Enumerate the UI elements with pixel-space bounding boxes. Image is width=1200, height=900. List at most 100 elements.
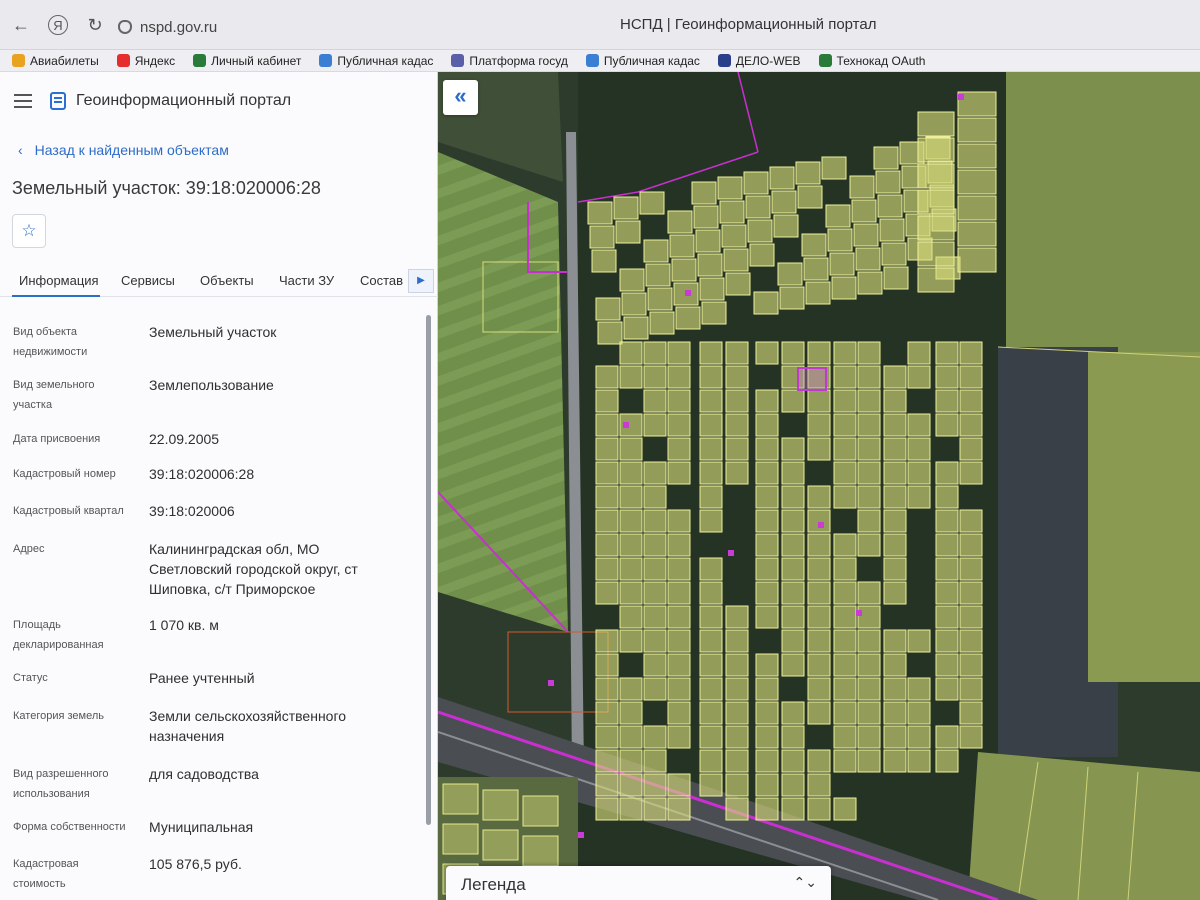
land-parcel[interactable] (857, 605, 881, 629)
land-parcel[interactable] (857, 461, 881, 485)
land-parcel[interactable] (745, 195, 771, 219)
land-parcel[interactable] (857, 437, 881, 461)
land-parcel[interactable] (619, 485, 643, 509)
land-parcel[interactable] (667, 773, 691, 797)
land-parcel[interactable] (643, 749, 667, 773)
land-parcel[interactable] (643, 581, 667, 605)
land-parcel[interactable] (857, 653, 881, 677)
land-parcel[interactable] (833, 581, 857, 605)
land-parcel[interactable] (753, 291, 779, 315)
land-parcel[interactable] (597, 321, 623, 345)
land-parcel[interactable] (725, 389, 749, 413)
land-parcel[interactable] (807, 677, 831, 701)
land-parcel[interactable] (755, 749, 779, 773)
land-parcel[interactable] (595, 389, 619, 413)
legend-panel[interactable]: Легенда ⌃⌄ (446, 866, 831, 900)
land-parcel[interactable] (755, 461, 779, 485)
land-parcel[interactable] (907, 485, 931, 509)
land-parcel[interactable] (643, 413, 667, 437)
land-parcel[interactable] (619, 557, 643, 581)
bookmark-item[interactable]: Технокад OAuth (818, 54, 925, 68)
land-parcel[interactable] (723, 248, 749, 272)
land-parcel[interactable] (667, 797, 691, 821)
land-parcel[interactable] (781, 797, 805, 821)
land-parcel[interactable] (857, 725, 881, 749)
land-parcel[interactable] (781, 629, 805, 653)
land-parcel[interactable] (801, 233, 827, 257)
land-parcel[interactable] (883, 533, 907, 557)
land-parcel[interactable] (695, 229, 721, 253)
land-parcel[interactable] (749, 243, 775, 267)
land-parcel[interactable] (907, 677, 931, 701)
land-parcel[interactable] (883, 413, 907, 437)
land-parcel[interactable] (769, 166, 795, 190)
land-parcel[interactable] (725, 773, 749, 797)
land-parcel[interactable] (699, 461, 723, 485)
land-parcel[interactable] (907, 749, 931, 773)
land-parcel[interactable] (833, 701, 857, 725)
reload-icon[interactable]: ↻ (84, 14, 106, 36)
land-parcel[interactable] (935, 677, 959, 701)
land-parcel[interactable] (833, 797, 857, 821)
land-parcel[interactable] (883, 677, 907, 701)
land-parcel[interactable] (807, 389, 831, 413)
land-parcel[interactable] (935, 389, 959, 413)
land-parcel[interactable] (699, 629, 723, 653)
land-parcel[interactable] (619, 509, 643, 533)
land-parcel[interactable] (781, 533, 805, 557)
land-parcel[interactable] (621, 292, 647, 316)
land-parcel[interactable] (957, 195, 997, 221)
land-parcel[interactable] (643, 605, 667, 629)
land-parcel[interactable] (857, 749, 881, 773)
land-parcel[interactable] (781, 605, 805, 629)
land-parcel[interactable] (883, 485, 907, 509)
land-parcel[interactable] (833, 365, 857, 389)
land-parcel[interactable] (619, 268, 645, 292)
land-parcel[interactable] (907, 413, 931, 437)
land-parcel[interactable] (643, 653, 667, 677)
land-parcel[interactable] (883, 581, 907, 605)
land-parcel[interactable] (833, 341, 857, 365)
land-parcel[interactable] (755, 701, 779, 725)
land-parcel[interactable] (807, 605, 831, 629)
land-parcel[interactable] (797, 185, 823, 209)
land-parcel[interactable] (595, 653, 619, 677)
bookmark-item[interactable]: Личный кабинет (193, 54, 301, 68)
land-parcel[interactable] (959, 341, 983, 365)
land-parcel[interactable] (743, 171, 769, 195)
favorite-star-button[interactable]: ☆ (12, 214, 46, 248)
land-parcel[interactable] (595, 297, 621, 321)
land-parcel[interactable] (755, 557, 779, 581)
land-parcel[interactable] (619, 629, 643, 653)
land-parcel[interactable] (725, 629, 749, 653)
land-parcel[interactable] (643, 533, 667, 557)
yandex-home-icon[interactable]: Я (48, 15, 68, 35)
land-parcel[interactable] (883, 701, 907, 725)
land-parcel[interactable] (699, 557, 723, 581)
land-parcel[interactable] (781, 437, 805, 461)
land-parcel[interactable] (639, 191, 665, 215)
land-parcel[interactable] (725, 653, 749, 677)
land-parcel[interactable] (917, 241, 955, 267)
land-parcel[interactable] (771, 190, 797, 214)
land-parcel[interactable] (807, 797, 831, 821)
land-parcel[interactable] (807, 581, 831, 605)
land-parcel[interactable] (669, 234, 695, 258)
land-parcel[interactable] (857, 485, 881, 509)
land-parcel[interactable] (959, 389, 983, 413)
land-parcel[interactable] (615, 220, 641, 244)
land-parcel[interactable] (619, 677, 643, 701)
land-parcel[interactable] (643, 509, 667, 533)
land-parcel[interactable] (699, 485, 723, 509)
land-parcel[interactable] (857, 677, 881, 701)
land-parcel[interactable] (595, 581, 619, 605)
land-parcel[interactable] (619, 533, 643, 557)
land-parcel[interactable] (959, 533, 983, 557)
land-parcel[interactable] (959, 701, 983, 725)
land-parcel[interactable] (595, 461, 619, 485)
land-parcel[interactable] (907, 437, 931, 461)
land-parcel[interactable] (857, 365, 881, 389)
land-parcel[interactable] (879, 218, 905, 242)
land-parcel[interactable] (699, 413, 723, 437)
land-parcel[interactable] (725, 605, 749, 629)
